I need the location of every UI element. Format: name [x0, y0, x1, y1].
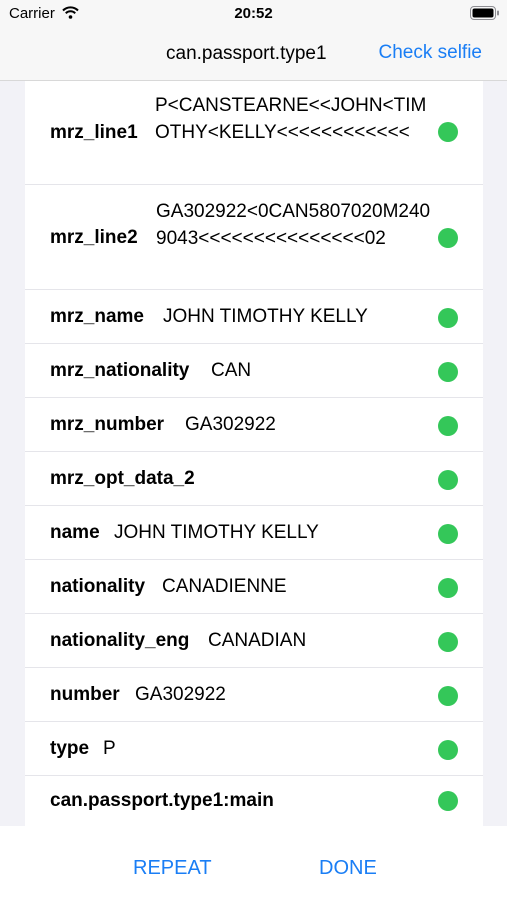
list-row-number[interactable]: number GA302922 [25, 668, 483, 722]
list-row-mrz-nationality[interactable]: mrz_nationality CAN [25, 344, 483, 398]
status-dot-icon [438, 632, 458, 652]
row-label: mrz_number [50, 414, 165, 435]
results-list[interactable]: mrz_line1 P<CANSTEARNE<<JOHN<TIMOTHY<KEL… [25, 81, 483, 826]
row-value: P [103, 738, 116, 759]
status-dot-icon [438, 416, 458, 436]
done-button[interactable]: DONE [319, 857, 377, 880]
status-dot-icon [438, 578, 458, 598]
status-bar: Carrier 20:52 [0, 0, 507, 30]
check-selfie-button[interactable]: Check selfie [379, 42, 483, 64]
row-label: name [50, 522, 100, 543]
status-dot-icon [438, 308, 458, 328]
row-label: type [50, 738, 90, 759]
list-row-main[interactable]: can.passport.type1:main [25, 776, 483, 830]
list-row-mrz-opt-data-2[interactable]: mrz_opt_data_2 [25, 452, 483, 506]
row-label: can.passport.type1:main [50, 790, 274, 811]
status-dot-icon [438, 740, 458, 760]
list-row-type[interactable]: type P [25, 722, 483, 776]
status-dot-icon [438, 470, 458, 490]
list-row-mrz-line2[interactable]: mrz_line2 GA302922<0CAN5807020M2409043<<… [25, 185, 483, 290]
row-value: P<CANSTEARNE<<JOHN<TIMOTHY<KELLY<<<<<<<<… [155, 95, 427, 143]
row-value: GA302922 [135, 684, 226, 705]
repeat-button[interactable]: REPEAT [133, 857, 212, 880]
status-dot-icon [438, 791, 458, 811]
row-value: GA302922<0CAN5807020M2409043<<<<<<<<<<<<… [156, 201, 431, 249]
list-row-mrz-line1[interactable]: mrz_line1 P<CANSTEARNE<<JOHN<TIMOTHY<KEL… [25, 81, 483, 185]
row-label: mrz_opt_data_2 [50, 468, 195, 489]
status-dot-icon [438, 122, 458, 142]
row-label: mrz_line2 [50, 227, 138, 248]
list-row-mrz-name[interactable]: mrz_name JOHN TIMOTHY KELLY [25, 290, 483, 344]
row-label: nationality [50, 576, 146, 597]
row-label: mrz_name [50, 306, 144, 327]
row-value: GA302922 [185, 414, 276, 435]
status-dot-icon [438, 524, 458, 544]
status-dot-icon [438, 362, 458, 382]
status-time: 20:52 [234, 5, 273, 22]
list-row-mrz-number[interactable]: mrz_number GA302922 [25, 398, 483, 452]
row-label: mrz_nationality [50, 360, 190, 381]
list-row-name[interactable]: name JOHN TIMOTHY KELLY [25, 506, 483, 560]
row-value: JOHN TIMOTHY KELLY [163, 306, 368, 327]
row-label: number [50, 684, 120, 705]
row-value: CANADIENNE [162, 576, 287, 597]
page-title: can.passport.type1 [166, 43, 327, 64]
row-label: mrz_line1 [50, 122, 138, 143]
status-dot-icon [438, 228, 458, 248]
row-value: CANADIAN [208, 630, 307, 651]
battery-icon [470, 6, 500, 25]
status-dot-icon [438, 686, 458, 706]
list-row-nationality-eng[interactable]: nationality_eng CANADIAN [25, 614, 483, 668]
bottom-toolbar: REPEAT DONE [0, 826, 507, 900]
row-label: nationality_eng [50, 630, 190, 651]
navigation-bar: can.passport.type1 Check selfie [0, 30, 507, 81]
row-value: JOHN TIMOTHY KELLY [114, 522, 319, 543]
row-value: CAN [211, 360, 252, 381]
list-row-nationality[interactable]: nationality CANADIENNE [25, 560, 483, 614]
